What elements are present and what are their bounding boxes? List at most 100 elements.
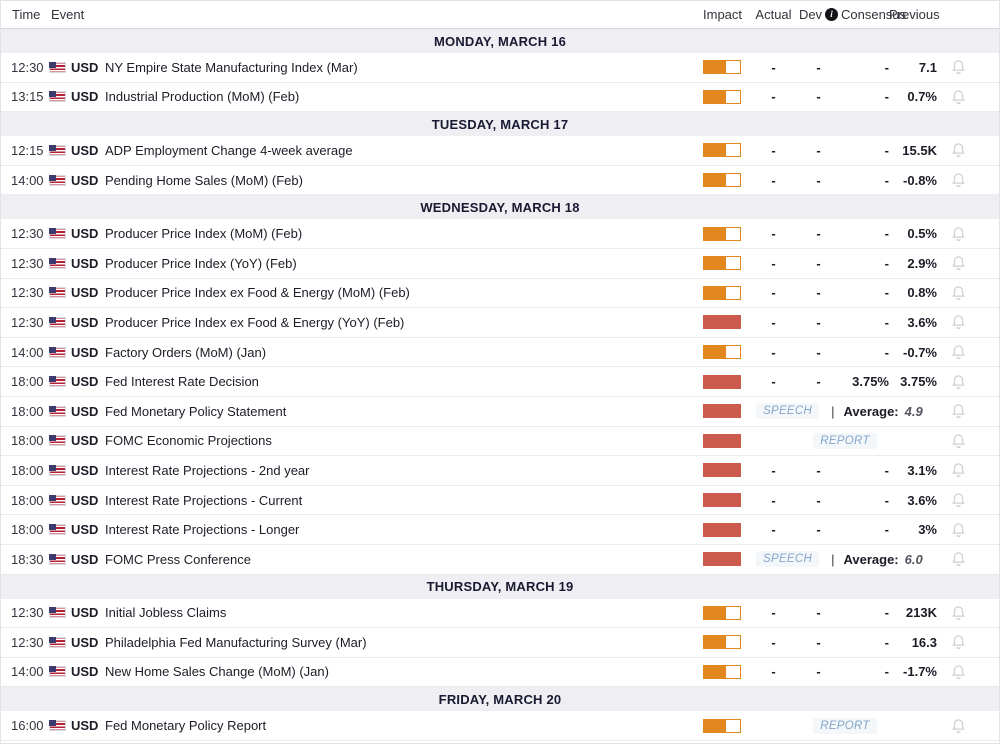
us-flag-icon — [49, 554, 66, 565]
average-label: Average: — [843, 552, 898, 567]
speech-cell: SPEECH | Average: 6.0 — [751, 551, 939, 567]
notification-bell-icon[interactable] — [951, 403, 966, 419]
notification-bell-icon[interactable] — [951, 492, 966, 508]
event-row[interactable]: 12:30 USD NY Empire State Manufacturing … — [1, 53, 999, 83]
event-name[interactable]: Initial Jobless Claims — [102, 605, 696, 620]
event-name[interactable]: ADP Employment Change 4-week average — [102, 143, 696, 158]
values-area: - - - -1.7% — [751, 664, 939, 679]
previous-value: -0.8% — [889, 173, 939, 188]
notification-bell-icon[interactable] — [951, 255, 966, 271]
event-name[interactable]: Interest Rate Projections - Current — [102, 493, 696, 508]
event-row[interactable]: 12:30 USD Philadelphia Fed Manufacturing… — [1, 628, 999, 658]
event-row[interactable]: 12:30 USD Producer Price Index ex Food &… — [1, 308, 999, 338]
bell-cell — [939, 142, 977, 158]
event-row[interactable]: 12:30 USD Producer Price Index (MoM) (Fe… — [1, 219, 999, 249]
impact-fill — [704, 464, 740, 476]
speech-badge[interactable]: SPEECH — [756, 403, 819, 419]
notification-bell-icon[interactable] — [951, 374, 966, 390]
day-label: WEDNESDAY, MARCH 18 — [420, 200, 579, 215]
event-row[interactable]: 13:15 USD Industrial Production (MoM) (F… — [1, 83, 999, 113]
event-name[interactable]: Producer Price Index ex Food & Energy (M… — [102, 285, 696, 300]
impact-cell — [696, 90, 751, 104]
impact-fill — [704, 524, 740, 536]
event-currency: USD — [69, 605, 102, 620]
event-name[interactable]: Producer Price Index (YoY) (Feb) — [102, 256, 696, 271]
notification-bell-icon[interactable] — [951, 226, 966, 242]
previous-value: 0.8% — [889, 285, 939, 300]
bell-cell — [939, 522, 977, 538]
notification-bell-icon[interactable] — [951, 285, 966, 301]
event-name[interactable]: Pending Home Sales (MoM) (Feb) — [102, 173, 696, 188]
event-row[interactable]: 18:00 USD Interest Rate Projections - 2n… — [1, 456, 999, 486]
speech-badge[interactable]: SPEECH — [756, 551, 819, 567]
event-currency: USD — [69, 345, 102, 360]
event-name[interactable]: Producer Price Index (MoM) (Feb) — [102, 226, 696, 241]
notification-bell-icon[interactable] — [951, 344, 966, 360]
event-row[interactable]: 14:00 USD Pending Home Sales (MoM) (Feb)… — [1, 166, 999, 196]
notification-bell-icon[interactable] — [951, 718, 966, 734]
day-separator: MONDAY, MARCH 16 — [1, 29, 999, 53]
notification-bell-icon[interactable] — [951, 59, 966, 75]
notification-bell-icon[interactable] — [951, 462, 966, 478]
impact-fill — [704, 174, 726, 186]
notification-bell-icon[interactable] — [951, 634, 966, 650]
event-row[interactable]: 18:00 USD FOMC Economic Projections REPO… — [1, 427, 999, 457]
flag-cell — [47, 607, 69, 618]
event-name[interactable]: Fed Interest Rate Decision — [102, 374, 696, 389]
event-name[interactable]: Interest Rate Projections - Longer — [102, 522, 696, 537]
event-time: 12:30 — [1, 256, 47, 271]
report-badge[interactable]: REPORT — [813, 433, 877, 449]
event-row[interactable]: 12:30 USD Producer Price Index ex Food &… — [1, 279, 999, 309]
bell-cell — [939, 718, 977, 734]
event-row[interactable]: 18:00 USD Interest Rate Projections - Cu… — [1, 486, 999, 516]
event-name[interactable]: New Home Sales Change (MoM) (Jan) — [102, 664, 696, 679]
event-row[interactable]: 18:30 USD FOMC Press Conference SPEECH |… — [1, 545, 999, 575]
notification-bell-icon[interactable] — [951, 522, 966, 538]
event-row[interactable]: 18:00 USD Fed Interest Rate Decision - -… — [1, 367, 999, 397]
values-area: - - - 0.7% — [751, 89, 939, 104]
values-area: - - - 7.1 — [751, 60, 939, 75]
event-row[interactable]: 18:00 USD Fed Monetary Policy Statement … — [1, 397, 999, 427]
notification-bell-icon[interactable] — [951, 314, 966, 330]
header-actual: Actual — [751, 7, 796, 22]
actual-value: - — [751, 256, 796, 271]
event-row[interactable]: 12:30 USD Initial Jobless Claims - - - 2… — [1, 599, 999, 629]
info-icon[interactable]: i — [825, 8, 838, 21]
impact-indicator — [703, 719, 741, 733]
notification-bell-icon[interactable] — [951, 551, 966, 567]
notification-bell-icon[interactable] — [951, 605, 966, 621]
us-flag-icon — [49, 228, 66, 239]
bell-cell — [939, 462, 977, 478]
event-row[interactable]: 14:00 USD New Home Sales Change (MoM) (J… — [1, 658, 999, 688]
event-name[interactable]: FOMC Economic Projections — [102, 433, 696, 448]
event-row[interactable]: 14:00 USD Factory Orders (MoM) (Jan) - -… — [1, 338, 999, 368]
event-name[interactable]: Interest Rate Projections - 2nd year — [102, 463, 696, 478]
event-name[interactable]: NY Empire State Manufacturing Index (Mar… — [102, 60, 696, 75]
event-name[interactable]: Philadelphia Fed Manufacturing Survey (M… — [102, 635, 696, 650]
event-name[interactable]: FOMC Press Conference — [102, 552, 696, 567]
event-row[interactable]: 16:00 USD Fed Monetary Policy Report REP… — [1, 711, 999, 741]
event-name[interactable]: Fed Monetary Policy Statement — [102, 404, 696, 419]
deviation-value: - — [796, 522, 841, 537]
notification-bell-icon[interactable] — [951, 664, 966, 680]
event-row[interactable]: 12:30 USD Producer Price Index (YoY) (Fe… — [1, 249, 999, 279]
consensus-value: - — [841, 226, 889, 241]
event-currency: USD — [69, 463, 102, 478]
event-name[interactable]: Industrial Production (MoM) (Feb) — [102, 89, 696, 104]
event-name[interactable]: Fed Monetary Policy Report — [102, 718, 696, 733]
notification-bell-icon[interactable] — [951, 172, 966, 188]
average-label: Average: — [843, 404, 898, 419]
event-name[interactable]: Factory Orders (MoM) (Jan) — [102, 345, 696, 360]
header-previous: Previous — [889, 7, 939, 22]
report-badge[interactable]: REPORT — [813, 718, 877, 734]
event-currency: USD — [69, 143, 102, 158]
impact-fill — [704, 257, 726, 269]
notification-bell-icon[interactable] — [951, 89, 966, 105]
impact-indicator — [703, 493, 741, 507]
event-row[interactable]: 12:15 USD ADP Employment Change 4-week a… — [1, 136, 999, 166]
event-name[interactable]: Producer Price Index ex Food & Energy (Y… — [102, 315, 696, 330]
separator: | — [831, 552, 834, 567]
notification-bell-icon[interactable] — [951, 142, 966, 158]
notification-bell-icon[interactable] — [951, 433, 966, 449]
event-row[interactable]: 18:00 USD Interest Rate Projections - Lo… — [1, 515, 999, 545]
